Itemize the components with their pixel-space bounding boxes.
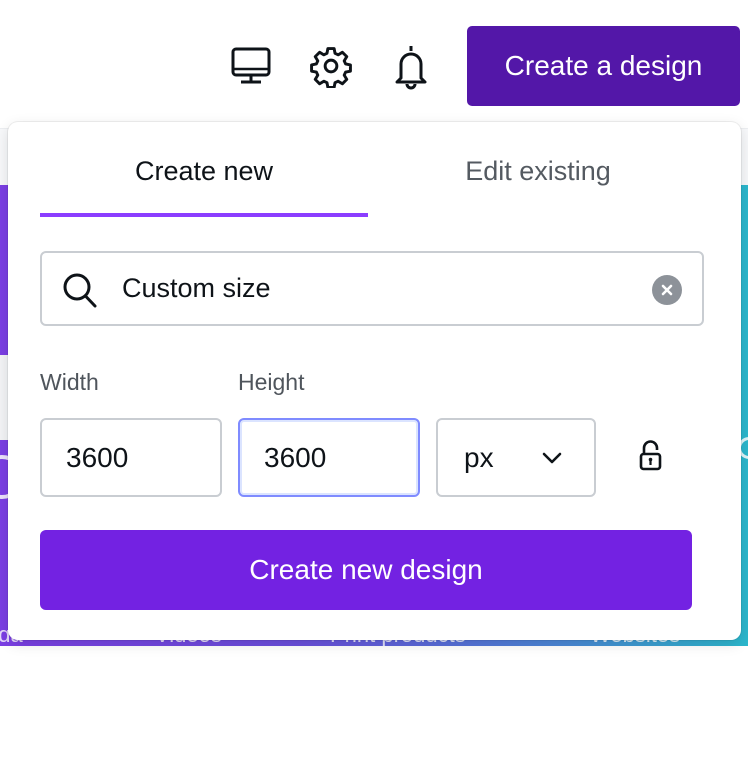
aspect-lock-button[interactable] — [638, 440, 664, 477]
settings-button[interactable] — [307, 42, 355, 90]
search-field[interactable] — [40, 251, 704, 326]
close-icon — [661, 284, 673, 296]
tab-create-new[interactable]: Create new — [40, 156, 368, 204]
height-input[interactable] — [264, 420, 394, 495]
create-a-design-button[interactable]: Create a design — [467, 26, 740, 106]
width-field[interactable] — [40, 418, 222, 497]
unit-select[interactable]: px — [436, 418, 596, 497]
active-tab-indicator — [40, 213, 368, 217]
width-label: Width — [40, 369, 99, 395]
create-new-design-button[interactable]: Create new design — [40, 530, 692, 610]
gear-icon — [310, 47, 352, 88]
search-input[interactable] — [122, 253, 622, 324]
bell-icon — [395, 46, 427, 90]
clear-search-button[interactable] — [652, 275, 682, 305]
tab-edit-existing[interactable]: Edit existing — [373, 156, 703, 204]
notifications-button[interactable] — [387, 42, 435, 90]
unlock-icon — [639, 440, 662, 471]
desktop-app-button[interactable] — [227, 42, 275, 90]
width-input[interactable] — [66, 420, 196, 495]
create-design-popover: Create new Edit existing Width Height px — [8, 122, 741, 640]
top-bar: Create a design — [0, 0, 748, 128]
chevron-down-icon — [542, 452, 562, 464]
height-label: Height — [238, 369, 305, 395]
banner-decoration — [0, 685, 8, 775]
desktop-icon — [231, 47, 271, 84]
search-icon — [63, 273, 97, 308]
unit-value: px — [464, 442, 494, 473]
height-field[interactable] — [238, 418, 420, 497]
